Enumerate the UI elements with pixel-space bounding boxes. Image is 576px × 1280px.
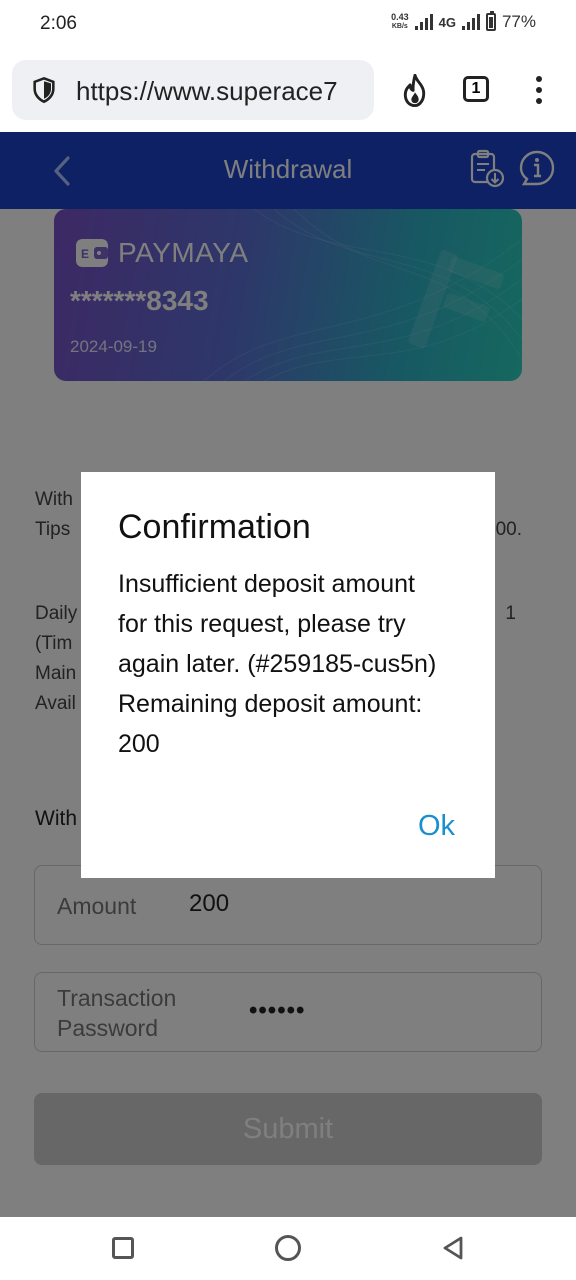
ok-button[interactable]: Ok [418, 810, 455, 843]
confirmation-dialog: Confirmation Insufficient deposit amount… [81, 472, 495, 878]
dialog-message: Insufficient deposit amount for this req… [118, 564, 478, 764]
network-type: 4G [438, 14, 456, 30]
dialog-message-line: Insufficient deposit amount [118, 570, 415, 598]
back-triangle-icon[interactable] [441, 1235, 465, 1261]
dialog-message-line: for this request, please try [118, 610, 406, 638]
home-icon[interactable] [275, 1235, 301, 1261]
signal-icon [414, 14, 433, 30]
shield-icon[interactable] [30, 76, 58, 104]
recent-apps-icon[interactable] [112, 1237, 134, 1259]
speed-unit: KB/s [391, 23, 408, 30]
menu-icon[interactable] [536, 76, 544, 106]
browser-toolbar: https://www.superace7 1 [0, 48, 576, 132]
status-bar: 2:06 0.43 KB/s 4G 77% [0, 0, 576, 48]
url-bar[interactable]: https://www.superace7 [12, 60, 374, 120]
url-text[interactable]: https://www.superace7 [76, 76, 338, 107]
speed-value: 0.43 [391, 12, 409, 22]
system-nav-bar [0, 1217, 576, 1280]
network-speed: 0.43 KB/s [391, 13, 409, 31]
fire-icon[interactable] [400, 74, 430, 108]
dialog-message-line: again later. (#259185-cus5n) [118, 650, 437, 678]
battery-icon [485, 11, 496, 31]
dialog-title: Confirmation [118, 508, 311, 546]
tab-switcher-button[interactable]: 1 [463, 76, 489, 102]
signal-icon-2 [461, 14, 480, 30]
dialog-message-line: Remaining deposit amount: [118, 690, 423, 718]
status-icons: 0.43 KB/s 4G 77% [391, 11, 536, 32]
dialog-message-line: 200 [118, 730, 160, 758]
battery-percent: 77% [501, 12, 536, 31]
status-time: 2:06 [40, 13, 77, 34]
